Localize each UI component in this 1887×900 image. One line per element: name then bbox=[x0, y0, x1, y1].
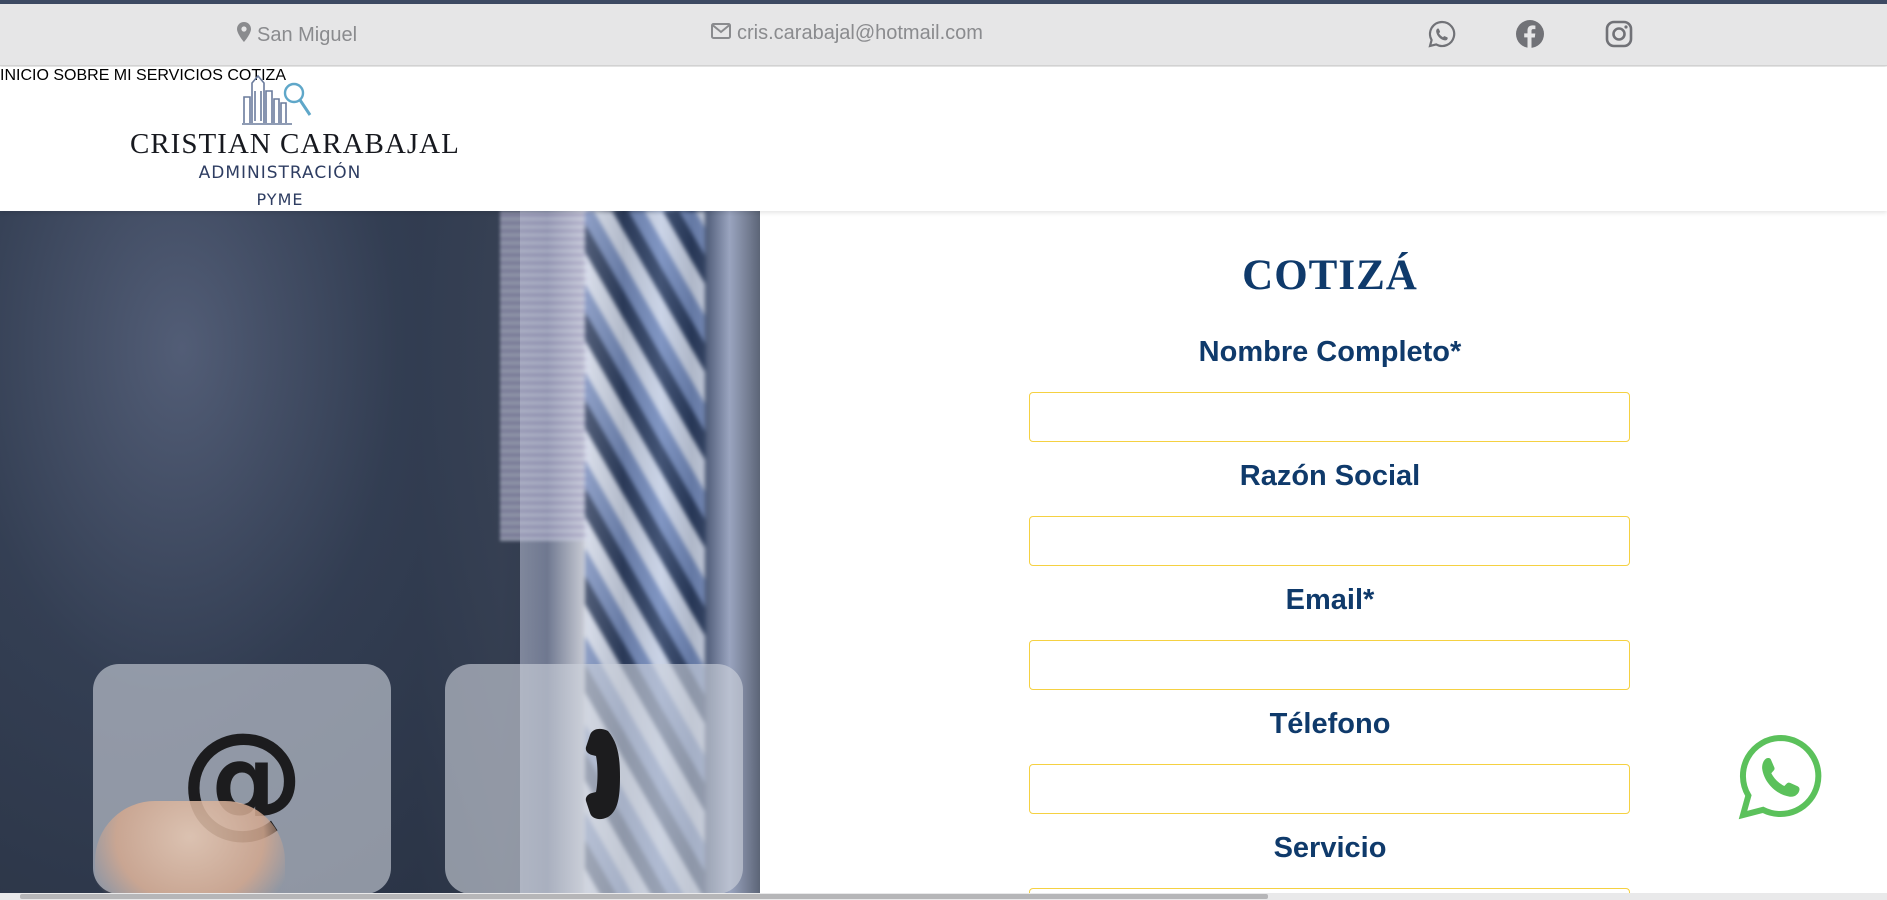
nav-sobre-mi[interactable]: SOBRE MI bbox=[53, 67, 131, 84]
contact-hero-image: @ bbox=[0, 211, 760, 900]
shirt-pattern bbox=[500, 211, 590, 541]
label-email: Email* bbox=[1285, 584, 1375, 616]
phone-tile[interactable] bbox=[445, 664, 743, 894]
finger-touch bbox=[95, 801, 285, 900]
label-telefono: Télefono bbox=[1269, 708, 1391, 740]
logo-subtitle: ADMINISTRACIÓN bbox=[198, 163, 362, 183]
email-input[interactable] bbox=[1029, 640, 1630, 690]
scrollbar-thumb[interactable] bbox=[20, 894, 1268, 899]
whatsapp-icon bbox=[1737, 734, 1825, 825]
facebook-icon[interactable] bbox=[1514, 18, 1546, 50]
label-razon-social: Razón Social bbox=[1239, 460, 1421, 492]
whatsapp-float-button[interactable] bbox=[1737, 733, 1825, 821]
site-header: CRISTIAN CARABAJAL ADMINISTRACIÓN PYME I… bbox=[0, 67, 1887, 211]
location-info: San Miguel bbox=[237, 22, 357, 48]
horizontal-scrollbar[interactable] bbox=[0, 893, 1887, 900]
quote-form: COTIZÁ Nombre Completo* Razón Social Ema… bbox=[760, 211, 1887, 900]
instagram-icon[interactable] bbox=[1603, 18, 1635, 50]
location-text: San Miguel bbox=[257, 23, 358, 46]
email-text[interactable]: cris.carabajal@hotmail.com bbox=[737, 22, 983, 45]
telefono-input[interactable] bbox=[1029, 764, 1630, 814]
envelope-icon bbox=[711, 22, 731, 45]
label-servicio: Servicio bbox=[1273, 832, 1387, 864]
razon-social-input[interactable] bbox=[1029, 516, 1630, 566]
site-logo[interactable]: CRISTIAN CARABAJAL ADMINISTRACIÓN PYME bbox=[130, 73, 460, 209]
email-info[interactable]: cris.carabajal@hotmail.com bbox=[711, 22, 983, 45]
form-title: COTIZÁ bbox=[1242, 252, 1418, 299]
map-pin-icon bbox=[237, 22, 251, 48]
nombre-completo-input[interactable] bbox=[1029, 392, 1630, 442]
buildings-magnifier-icon bbox=[240, 73, 316, 129]
nav-inicio[interactable]: INICIO bbox=[0, 67, 49, 84]
label-nombre-completo: Nombre Completo* bbox=[1198, 336, 1462, 368]
phone-handset-icon bbox=[564, 727, 624, 832]
top-info-bar: San Miguel cris.carabajal@hotmail.com bbox=[0, 4, 1887, 66]
logo-subtitle-2: PYME bbox=[256, 190, 304, 209]
whatsapp-icon[interactable] bbox=[1426, 18, 1458, 50]
logo-brand-name: CRISTIAN CARABAJAL bbox=[130, 128, 460, 160]
